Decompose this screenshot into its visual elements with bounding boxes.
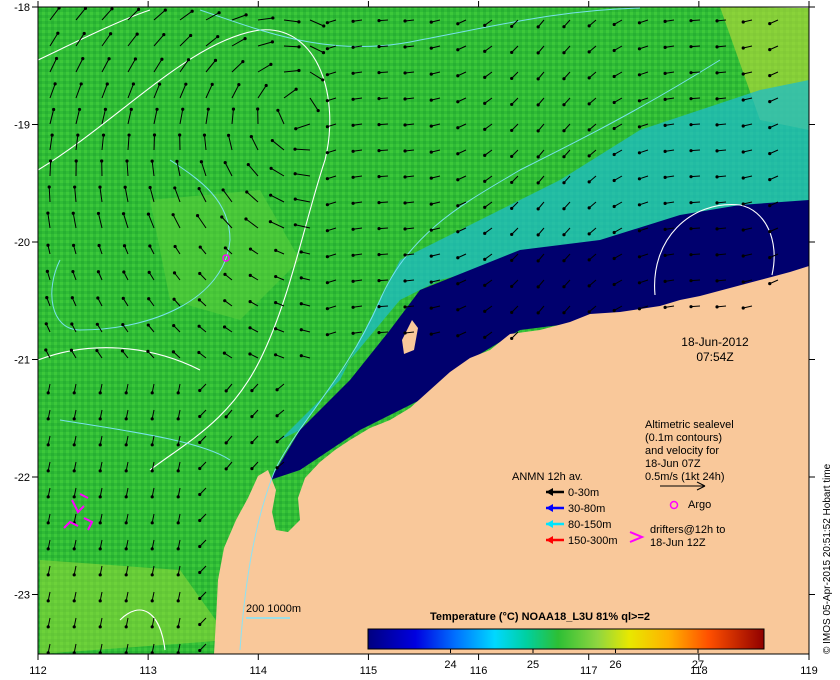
bathymetry-label: 200 1000m (246, 603, 301, 615)
lon-tick-label: 115 (360, 665, 378, 677)
colorbar-tick-label: 25 (527, 659, 539, 671)
anmn-item-label: 30-80m (568, 503, 605, 515)
anmn-legend-title: ANMN 12h av. (512, 471, 583, 483)
anmn-item-label: 80-150m (568, 519, 611, 531)
altimetry-line: Altimetric sealevel (645, 419, 734, 431)
drifter-legend-line: drifters@12h to (650, 524, 725, 536)
credit-text: © IMOS 05-Apr-2015 20:51:52 Hobart time (822, 463, 833, 654)
lon-tick-label: 119 (800, 665, 818, 677)
plot-area (38, 7, 809, 654)
lat-tick-label: -20 (14, 237, 30, 249)
lon-tick-label: 112 (29, 665, 47, 677)
timestamp-time: 07:54Z (696, 350, 733, 364)
lon-tick-label: 117 (580, 665, 598, 677)
altimetry-line: (0.1m contours) (645, 432, 722, 444)
colorbar-tick-label: 27 (692, 659, 704, 671)
argo-label: Argo (688, 499, 711, 511)
timestamp-date: 18-Jun-2012 (681, 335, 749, 349)
lat-tick-label: -18 (14, 2, 30, 14)
lon-tick-label: 113 (139, 665, 157, 677)
altimetry-line: 0.5m/s (1kt 24h) (645, 471, 724, 483)
lat-tick-label: -19 (14, 120, 30, 132)
colorbar-tick-label: 24 (444, 659, 456, 671)
lat-tick-label: -23 (14, 590, 30, 602)
colorbar-tick-label: 26 (609, 659, 621, 671)
lon-tick-label: 116 (470, 665, 488, 677)
drifter-legend-line: 18-Jun 12Z (650, 537, 706, 549)
anmn-item-label: 150-300m (568, 535, 618, 547)
lat-tick-label: -22 (14, 472, 30, 484)
lat-tick-label: -21 (14, 355, 30, 367)
altimetry-line: 18-Jun 07Z (645, 458, 701, 470)
sst-map: 112 113 114 115 116 117 118 119 -18-19-20-21-22… (14, 1, 833, 677)
colorbar-title: Temperature (°C) NOAA18_L3U 81% ql>=2 (430, 611, 650, 623)
lon-tick-label: 114 (250, 665, 268, 677)
anmn-item-label: 0-30m (568, 487, 599, 499)
altimetry-line: and velocity for (645, 445, 719, 457)
colorbar-gradient (367, 628, 765, 650)
